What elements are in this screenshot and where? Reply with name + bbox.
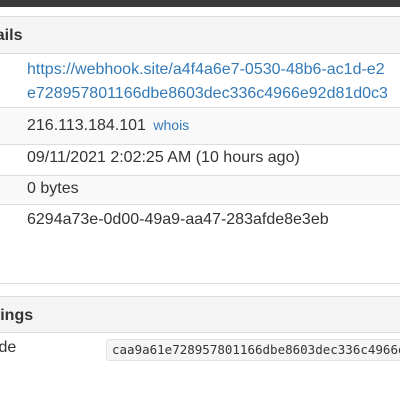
- request-size-value: 0 bytes: [27, 180, 79, 197]
- request-url-link-line2[interactable]: e728957801166dbe8603dec336c4966e92d81d0c…: [27, 85, 388, 103]
- request-url-row: https://webhook.site/a4f4a6e7-0530-48b6-…: [0, 54, 400, 108]
- settings-heading-text: Settings: [0, 307, 34, 324]
- details-heading-text: Details: [0, 27, 23, 44]
- request-date-value: 09/11/2021 2:02:25 AM (10 hours ago): [27, 149, 300, 166]
- ip-address: 216.113.184.101: [27, 117, 146, 134]
- request-id-row: 6294a73e-0d00-49a9-aa47-283afde8e3eb: [0, 205, 400, 239]
- code-label: Code: [0, 339, 17, 356]
- request-id-value: 6294a73e-0d00-49a9-aa47-283afde8e3eb: [27, 211, 329, 228]
- request-url-link-line1[interactable]: https://webhook.site/a4f4a6e7-0530-48b6-…: [27, 61, 385, 79]
- settings-panel-heading: Settings: [0, 296, 400, 333]
- code-row: Code caa9a61e728957801166dbe8603dec336c4…: [0, 333, 400, 363]
- request-date-row: 09/11/2021 2:02:25 AM (10 hours ago): [0, 145, 400, 176]
- request-ip-value: 216.113.184.101 whois: [27, 117, 189, 135]
- details-panel-heading: Details: [0, 16, 400, 54]
- code-value[interactable]: caa9a61e728957801166dbe8603dec336c4966e9…: [106, 339, 400, 361]
- request-ip-row: 216.113.184.101 whois: [0, 108, 400, 145]
- request-size-row: 0 bytes: [0, 176, 400, 205]
- top-navbar: [0, 0, 400, 7]
- whois-link[interactable]: whois: [153, 117, 189, 133]
- panel-separator: [0, 283, 400, 284]
